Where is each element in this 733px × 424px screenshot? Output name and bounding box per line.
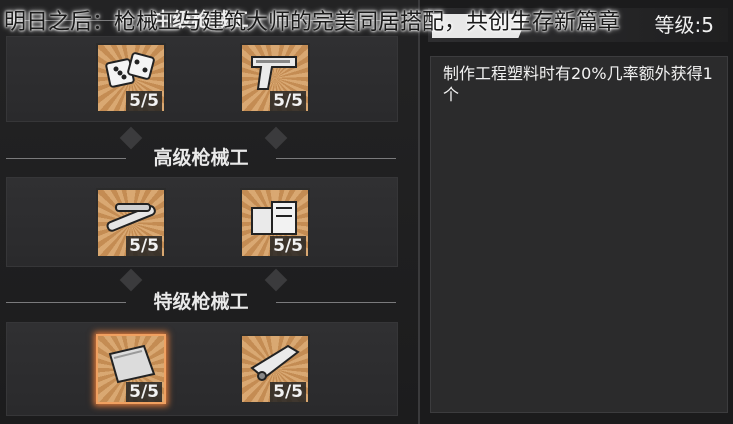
skill-rifle-part[interactable]: 5/5	[240, 334, 310, 404]
divider-line	[276, 158, 396, 159]
tier-header-advanced: 高级枪械工	[6, 144, 396, 172]
pistol-icon	[251, 56, 297, 90]
plastic-sheet-icon	[108, 344, 156, 384]
tier-row-advanced	[6, 177, 398, 267]
skill-level: 5/5	[270, 382, 306, 402]
skill-level: 5/5	[126, 382, 162, 402]
skill-dice[interactable]: 5/5	[96, 43, 166, 113]
skill-crate[interactable]: 5/5	[240, 188, 310, 258]
skill-level: 5/5	[126, 91, 162, 111]
tier-row-expert	[6, 322, 398, 416]
skill-level: 5/5	[270, 236, 306, 256]
divider-line	[276, 302, 396, 303]
skill-description: 制作工程塑料时有20%几率额外获得1个	[443, 64, 713, 104]
article-title-overlay: 明日之后：枪械工与建筑大师的完美同居搭配，共创生存新篇章	[4, 10, 621, 35]
tier-header-expert: 特级枪械工	[6, 288, 396, 316]
skill-tree-panel: 中级枪械工 5/5 5/5 高级枪械工 5/5 5/5 特级枪械工 5/5 5/…	[0, 0, 418, 424]
dice-icon	[105, 52, 155, 88]
skill-plastic-sheet[interactable]: 5/5	[96, 334, 166, 404]
description-box: 制作工程塑料时有20%几率额外获得1个	[430, 56, 728, 413]
tier-row-intermediate	[6, 36, 398, 122]
pipe-icon	[106, 203, 156, 232]
skill-detail-panel: 等级:5 制作工程塑料时有20%几率额外获得1个	[420, 0, 733, 424]
rifle-part-icon	[250, 344, 300, 381]
skill-pipe[interactable]: 5/5	[96, 188, 166, 258]
skill-pistol[interactable]: 5/5	[240, 43, 310, 113]
crate-icon	[251, 201, 297, 235]
skill-level: 5/5	[126, 236, 162, 256]
skill-level: 5/5	[270, 91, 306, 111]
